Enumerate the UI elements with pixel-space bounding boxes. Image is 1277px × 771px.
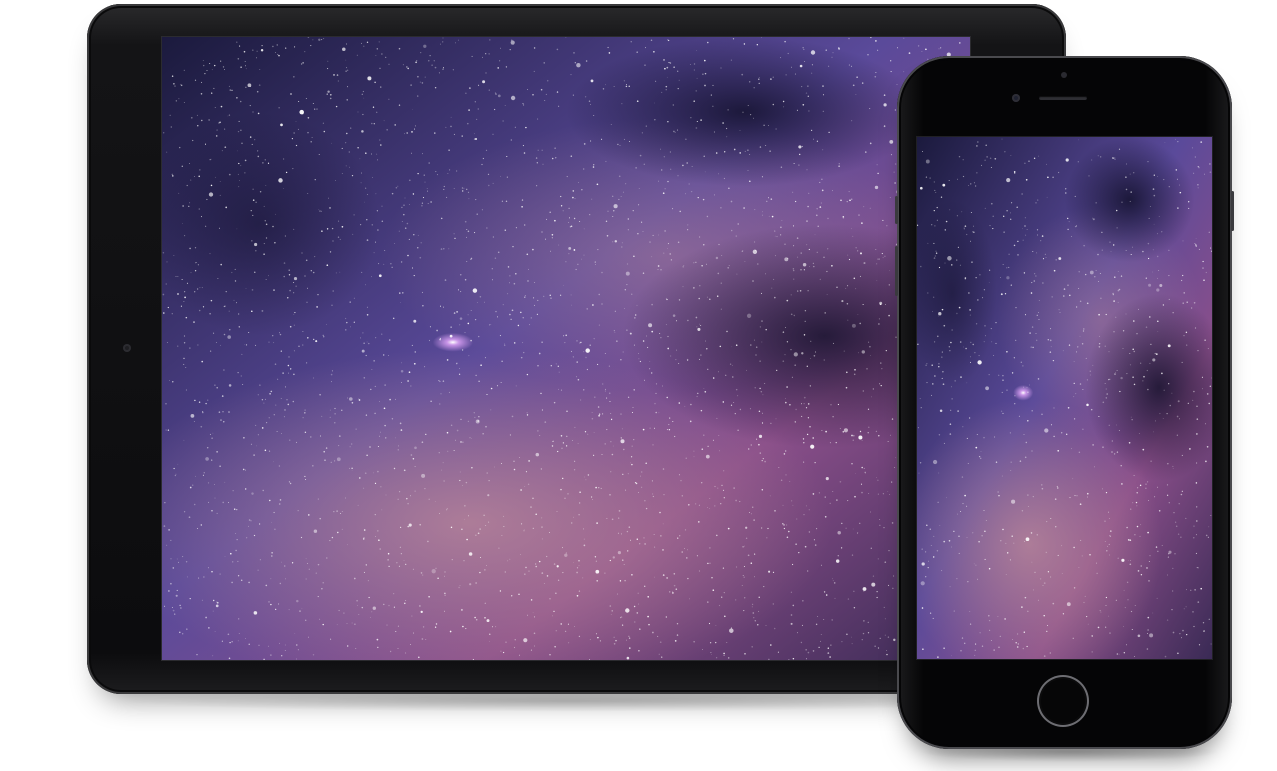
phone-sensor-icon — [1061, 72, 1067, 78]
phone-speaker — [1039, 96, 1087, 100]
phone-wallpaper-image — [917, 137, 1212, 659]
phone-power-button — [1231, 191, 1234, 231]
device-mockup-scene — [0, 0, 1277, 771]
phone-device — [895, 56, 1234, 749]
tablet-camera-icon — [123, 344, 131, 352]
phone-screen — [917, 137, 1212, 659]
home-button[interactable] — [1037, 675, 1089, 727]
phone-volume-up-button — [895, 246, 898, 296]
phone-camera-icon — [1012, 94, 1020, 102]
tablet-wallpaper-image — [162, 37, 970, 660]
phone-side-button — [895, 196, 898, 224]
tablet-screen — [162, 37, 970, 660]
